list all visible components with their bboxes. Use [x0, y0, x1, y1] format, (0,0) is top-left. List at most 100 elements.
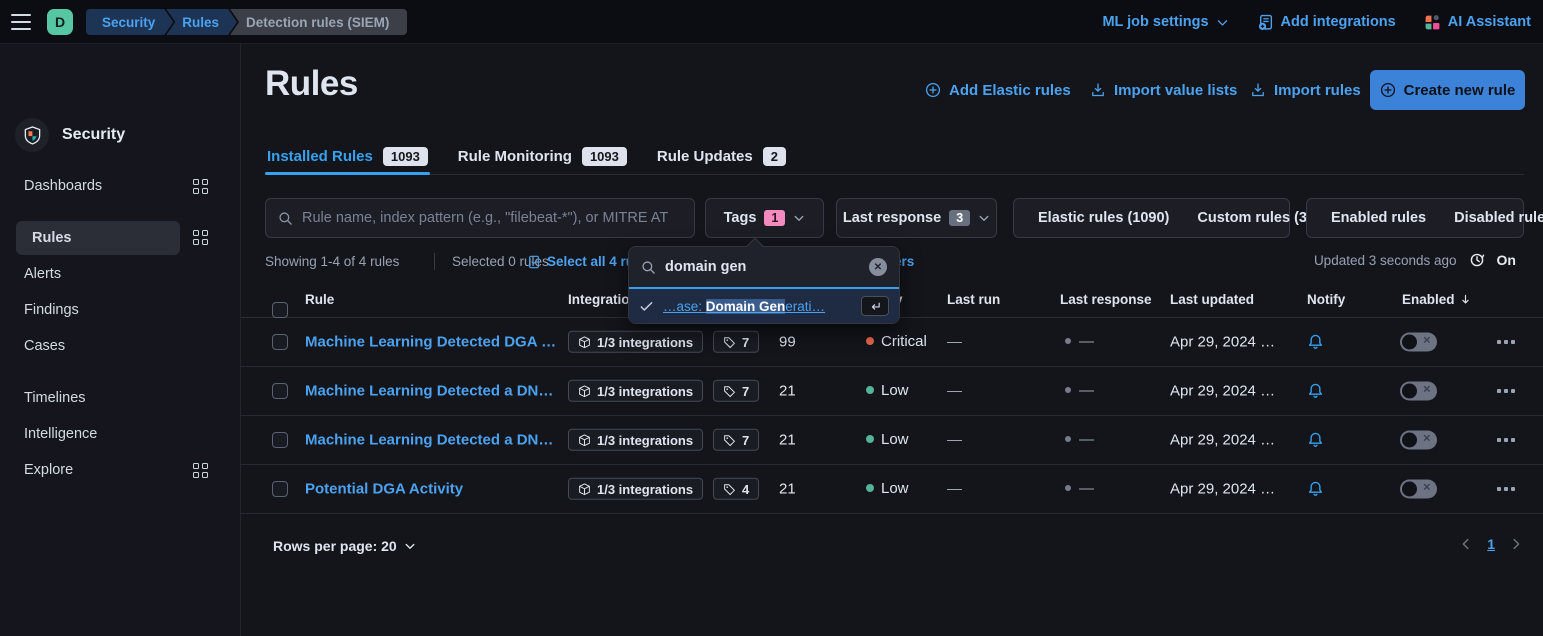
row-actions-button[interactable]	[1497, 438, 1515, 442]
rule-name-link[interactable]: Machine Learning Detected a DNS …	[305, 432, 557, 449]
severity-dot	[866, 484, 874, 492]
import-rules-button[interactable]: Import rules	[1250, 70, 1361, 110]
rows-per-page-selector[interactable]: Rows per page: 20	[273, 538, 416, 554]
create-new-rule-button[interactable]: Create new rule	[1370, 70, 1525, 110]
rule-name-link[interactable]: Potential DGA Activity	[305, 481, 463, 498]
tab-count-badge: 2	[763, 147, 786, 166]
divider	[434, 253, 435, 270]
column-header-last-run[interactable]: Last run	[947, 292, 1000, 307]
tag-search-input[interactable]	[665, 259, 860, 275]
import-icon	[1090, 82, 1106, 98]
last-response-value: —	[1079, 480, 1094, 497]
tab-rule-monitoring[interactable]: Rule Monitoring 1093	[456, 138, 629, 174]
create-new-rule-label: Create new rule	[1404, 82, 1516, 99]
last-run-value: —	[947, 432, 962, 449]
tab-label: Installed Rules	[267, 148, 373, 165]
column-header-last-updated[interactable]: Last updated	[1170, 292, 1254, 307]
row-checkbox[interactable]	[272, 383, 288, 399]
add-integrations-button[interactable]: Add integrations	[1257, 14, 1396, 31]
custom-rules-filter-button[interactable]: Custom rules (3)	[1197, 210, 1311, 226]
disabled-rules-filter-button[interactable]: Disabled rules	[1454, 210, 1543, 226]
refresh-clock-icon[interactable]	[1469, 252, 1485, 268]
row-actions-button[interactable]	[1497, 340, 1515, 344]
select-all-checkbox[interactable]	[272, 302, 288, 318]
clear-search-icon[interactable]: ✕	[869, 258, 887, 276]
sidebar-item-explore[interactable]: Explore	[8, 454, 233, 486]
auto-refresh-toggle[interactable]: On	[1497, 252, 1516, 268]
integrations-label: 1/3 integrations	[597, 334, 693, 349]
tags-count-label: 4	[742, 481, 749, 496]
next-page-icon[interactable]	[1509, 537, 1523, 551]
sidebar-item-intelligence[interactable]: Intelligence	[8, 418, 233, 450]
tab-rule-updates[interactable]: Rule Updates 2	[655, 138, 788, 174]
tags-filter-button[interactable]: Tags 1	[705, 198, 824, 238]
add-elastic-rules-button[interactable]: Add Elastic rules	[925, 70, 1071, 110]
notify-bell-icon[interactable]	[1307, 432, 1324, 449]
last-response-cell: —	[1065, 431, 1094, 449]
column-header-notify[interactable]: Notify	[1307, 292, 1345, 307]
sidebar-item-findings[interactable]: Findings	[8, 294, 233, 326]
row-checkbox[interactable]	[272, 334, 288, 350]
ml-job-settings-button[interactable]: ML job settings	[1102, 14, 1228, 30]
severity-cell: Low	[866, 431, 909, 449]
rule-name-link[interactable]: Machine Learning Detected DGA ac…	[305, 334, 557, 351]
sidebar-item-rules[interactable]: Rules	[16, 221, 180, 255]
row-checkbox[interactable]	[272, 432, 288, 448]
sidebar-item-dashboards[interactable]: Dashboards	[8, 170, 233, 202]
row-actions-button[interactable]	[1497, 389, 1515, 393]
elastic-rules-filter-button[interactable]: Elastic rules (1090)	[1038, 210, 1169, 226]
menu-icon[interactable]	[10, 12, 32, 32]
space-avatar[interactable]: D	[47, 9, 73, 35]
severity-cell: Critical	[866, 333, 927, 351]
enabled-toggle[interactable]: ✕	[1400, 333, 1437, 352]
tag-option-selected[interactable]: …ase: Domain Generati…	[629, 289, 899, 323]
breadcrumb-security[interactable]: Security	[86, 9, 173, 35]
rule-search-field	[265, 198, 695, 238]
column-header-enabled[interactable]: Enabled	[1402, 292, 1472, 307]
integrations-badge[interactable]: 1/3 integrations	[568, 478, 703, 501]
enabled-rules-filter-button[interactable]: Enabled rules	[1331, 210, 1426, 226]
tags-badge[interactable]: 7	[713, 331, 759, 354]
integrations-badge[interactable]: 1/3 integrations	[568, 331, 703, 354]
page-number-1[interactable]: 1	[1487, 536, 1495, 552]
add-elastic-rules-label: Add Elastic rules	[949, 82, 1071, 99]
sidebar-item-cases[interactable]: Cases	[8, 330, 233, 362]
integrations-badge[interactable]: 1/3 integrations	[568, 429, 703, 452]
notify-bell-icon[interactable]	[1307, 383, 1324, 400]
tab-installed-rules[interactable]: Installed Rules 1093	[265, 138, 430, 174]
row-actions-button[interactable]	[1497, 487, 1515, 491]
enabled-toggle[interactable]: ✕	[1400, 480, 1437, 499]
last-response-cell: —	[1065, 382, 1094, 400]
integrations-icon	[1257, 14, 1274, 31]
last-response-value: —	[1079, 333, 1094, 350]
enabled-toggle[interactable]: ✕	[1400, 382, 1437, 401]
notify-bell-icon[interactable]	[1307, 481, 1324, 498]
tags-badge[interactable]: 7	[713, 380, 759, 403]
ai-assistant-button[interactable]: AI Assistant	[1424, 14, 1531, 31]
tab-count-badge: 1093	[383, 147, 428, 166]
tags-badge[interactable]: 4	[713, 478, 759, 501]
column-header-last-response[interactable]: Last response	[1060, 292, 1152, 307]
last-response-filter-button[interactable]: Last response 3	[836, 198, 997, 238]
rule-name-link[interactable]: Machine Learning Detected a DNS …	[305, 383, 557, 400]
tags-badge[interactable]: 7	[713, 429, 759, 452]
sidebar-item-timelines[interactable]: Timelines	[8, 382, 233, 414]
row-checkbox[interactable]	[272, 481, 288, 497]
integrations-badge[interactable]: 1/3 integrations	[568, 380, 703, 403]
previous-page-icon[interactable]	[1459, 537, 1473, 551]
sidebar-item-alerts[interactable]: Alerts	[8, 258, 233, 290]
rule-state-filter-group: Enabled rules Disabled rules	[1306, 198, 1524, 238]
rule-source-filter-group: Elastic rules (1090) Custom rules (3)	[1013, 198, 1290, 238]
enabled-toggle[interactable]: ✕	[1400, 431, 1437, 450]
apps-grid-icon	[193, 463, 208, 478]
tab-count-badge: 1093	[582, 147, 627, 166]
tag-search-field: ✕	[629, 247, 899, 289]
last-response-count-badge: 3	[949, 210, 970, 226]
import-value-lists-button[interactable]: Import value lists	[1090, 70, 1237, 110]
notify-bell-icon[interactable]	[1307, 334, 1324, 351]
breadcrumb-rules[interactable]: Rules	[166, 9, 237, 35]
severity-dot	[866, 435, 874, 443]
search-icon	[278, 211, 293, 226]
column-header-rule[interactable]: Rule	[305, 292, 334, 307]
rule-search-input[interactable]	[302, 210, 682, 226]
